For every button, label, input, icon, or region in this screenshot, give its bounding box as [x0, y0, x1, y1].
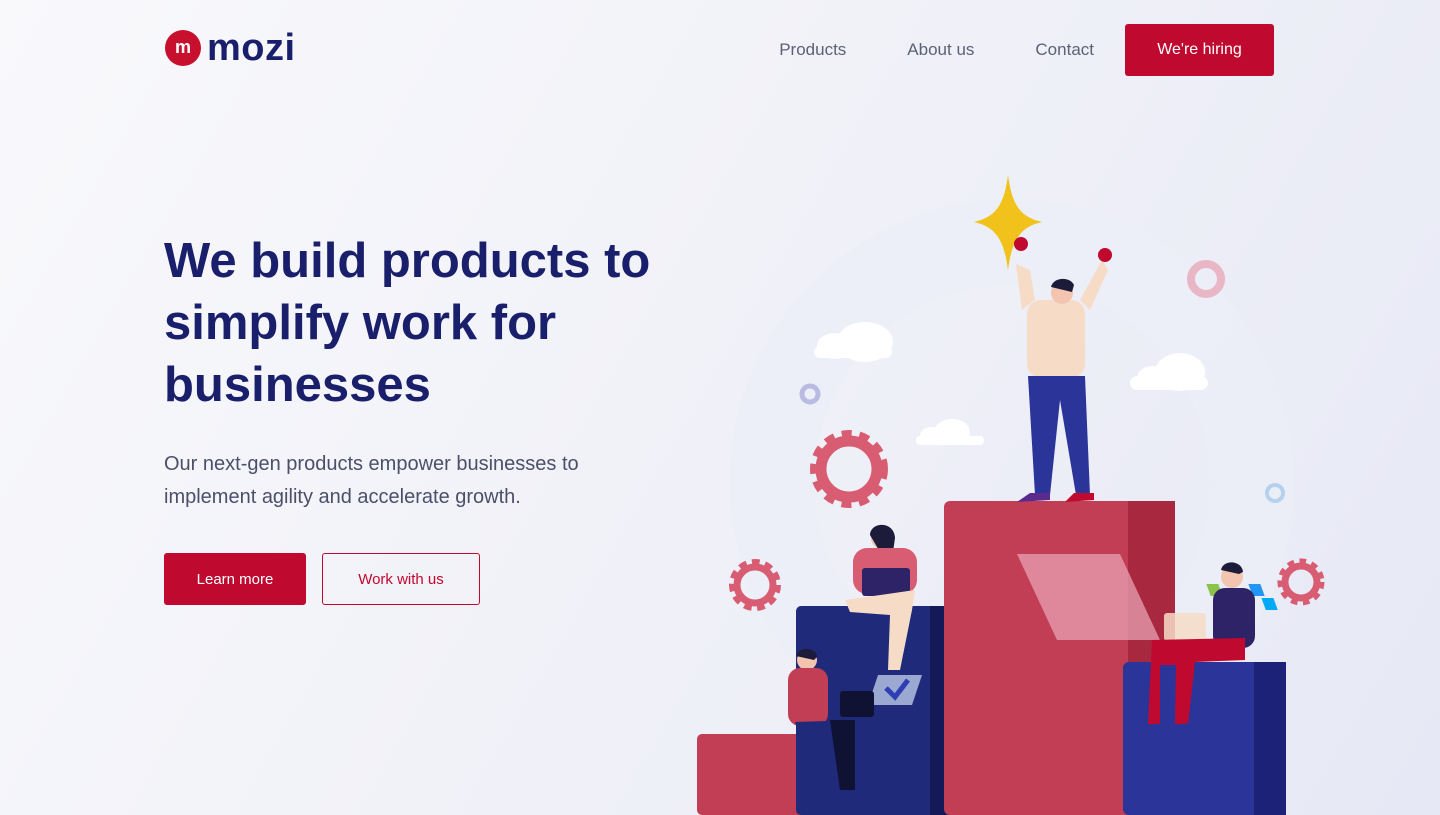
- cloud-icon: [916, 419, 984, 445]
- laptop-icon: [1164, 613, 1206, 641]
- hero-title: We build products to simplify work for b…: [164, 234, 651, 412]
- were-hiring-button[interactable]: We're hiring: [1125, 24, 1274, 76]
- gear-icon: [1277, 558, 1325, 606]
- nav-link-contact[interactable]: Contact: [1035, 40, 1094, 60]
- brand-name: mozi: [207, 27, 296, 69]
- hero-illustration: [697, 175, 1325, 815]
- nav-link-products[interactable]: Products: [779, 40, 846, 60]
- brand-logo[interactable]: m mozi: [165, 29, 296, 67]
- learn-more-button[interactable]: Learn more: [164, 553, 306, 605]
- hand-icon: [1014, 237, 1028, 251]
- gear-icon: [810, 430, 888, 508]
- hero-subtitle: Our next-gen products empower businesses…: [164, 453, 579, 508]
- logo-mark-letter: m: [174, 36, 191, 57]
- work-with-us-button[interactable]: Work with us: [322, 553, 480, 605]
- podium-right-blue: [1123, 662, 1286, 815]
- top-navigation: Products About us Contact We're hiring: [779, 24, 1274, 76]
- nav-link-about-us[interactable]: About us: [907, 40, 974, 60]
- hero-actions: Learn more Work with us: [164, 553, 480, 605]
- laptop-icon: [840, 691, 874, 717]
- logo-mark-icon: m: [165, 30, 201, 66]
- cloud-icon: [1130, 353, 1208, 391]
- hand-icon: [1098, 248, 1112, 262]
